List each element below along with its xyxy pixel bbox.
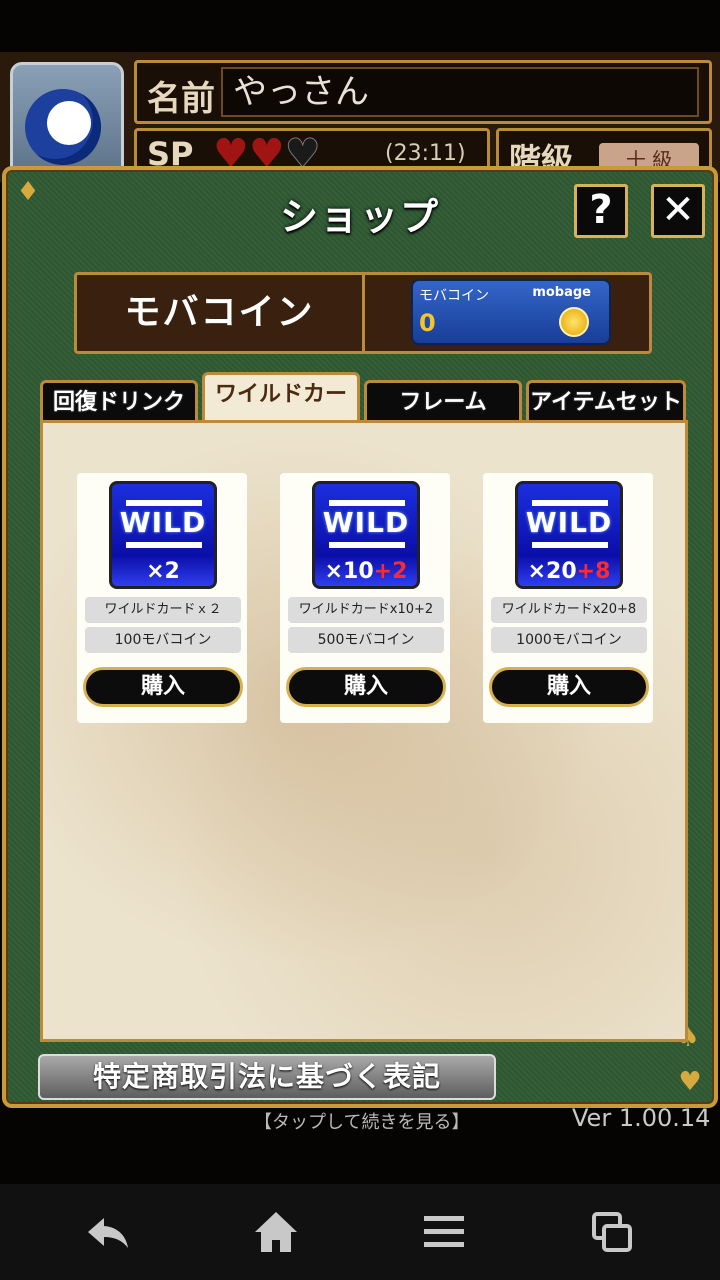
product-name: ワイルドカードｘ２ <box>85 597 241 623</box>
product-price: 1000モバコイン <box>491 627 647 653</box>
back-arrow-icon[interactable] <box>84 1208 132 1256</box>
coin-amount: 0 <box>419 309 436 337</box>
wild-card-multiplier: ×20+8 <box>518 559 620 584</box>
multiplier-bonus: +8 <box>576 559 611 584</box>
help-button[interactable]: ? <box>574 184 628 238</box>
product-name: ワイルドカードx20+8 <box>491 597 647 623</box>
coin-panel: モバコイン モバコイン mobage 0 <box>74 272 652 354</box>
buy-button[interactable]: 購入 <box>489 667 649 707</box>
corner-ornament-icon: ♥ <box>678 1067 702 1097</box>
multiplier-value: ×2 <box>146 559 180 584</box>
shop-dialog: ♦ ♠ ♥ ショップ ? ✕ モバコイン モバコイン mobage 0 回復ドリ… <box>2 166 718 1108</box>
buy-button[interactable]: 購入 <box>286 667 446 707</box>
product-card: WILD ×20+8 ワイルドカードx20+8 1000モバコイン 購入 <box>483 473 653 723</box>
legal-notice-button[interactable]: 特定商取引法に基づく表記 <box>38 1054 496 1100</box>
arrow-right-icon <box>532 542 608 548</box>
moon-icon <box>25 89 101 165</box>
wild-card-multiplier: ×10+2 <box>315 559 417 584</box>
coin-panel-label: モバコイン <box>77 275 365 351</box>
product-price: 100モバコイン <box>85 627 241 653</box>
wild-card-image: WILD ×10+2 <box>312 481 420 589</box>
tab-frame[interactable]: フレーム <box>364 380 522 424</box>
arrow-right-icon <box>126 542 202 548</box>
coin-box-label: モバコイン <box>419 288 489 304</box>
avatar[interactable] <box>10 62 124 180</box>
wild-card-image: WILD ×20+8 <box>515 481 623 589</box>
multiplier-value: ×20 <box>527 559 577 584</box>
tab-recovery-drink[interactable]: 回復ドリンク <box>40 380 198 424</box>
tab-item-set[interactable]: アイテムセット <box>526 380 686 424</box>
multiplier-bonus: +2 <box>373 559 408 584</box>
wild-card-word: WILD <box>119 506 207 539</box>
product-card: WILD ×10+2 ワイルドカードx10+2 500モバコイン 購入 <box>280 473 450 723</box>
shop-tabs: 回復ドリンク ワイルドカード フレーム アイテムセット <box>38 372 690 447</box>
mobage-logo: mobage <box>532 285 591 300</box>
coin-balance-box: モバコイン mobage 0 <box>411 279 611 345</box>
name-value: やっさん <box>221 67 699 117</box>
system-nav-bar <box>0 1184 720 1280</box>
wild-card-word: WILD <box>525 506 613 539</box>
app-screen: 名前 やっさん SP ♥♥♥ (23:11) 階級 十 級 ♦ ♠ ♥ ショップ… <box>0 0 720 1280</box>
buy-button[interactable]: 購入 <box>83 667 243 707</box>
version-label: Ver 1.00.14 <box>572 1104 711 1132</box>
wild-card-image: WILD ×2 <box>109 481 217 589</box>
wild-card-multiplier: ×2 <box>112 559 214 584</box>
sp-timer: (23:11) <box>385 141 466 166</box>
tap-hint: 【タップして続きを見る】 <box>254 1112 470 1133</box>
product-price: 500モバコイン <box>288 627 444 653</box>
name-row: 名前 やっさん <box>134 60 712 124</box>
close-button[interactable]: ✕ <box>651 184 705 238</box>
product-name: ワイルドカードx10+2 <box>288 597 444 623</box>
home-icon[interactable] <box>252 1208 300 1256</box>
product-card: WILD ×2 ワイルドカードｘ２ 100モバコイン 購入 <box>77 473 247 723</box>
name-label: 名前 <box>147 79 215 119</box>
shop-content: WILD ×2 ワイルドカードｘ２ 100モバコイン 購入 WILD ×10+2… <box>40 420 688 1042</box>
arrow-right-icon <box>329 542 405 548</box>
coin-icon <box>559 307 589 337</box>
recent-apps-icon[interactable] <box>588 1208 636 1256</box>
menu-icon[interactable] <box>420 1208 468 1256</box>
multiplier-value: ×10 <box>324 559 374 584</box>
wild-card-word: WILD <box>322 506 410 539</box>
